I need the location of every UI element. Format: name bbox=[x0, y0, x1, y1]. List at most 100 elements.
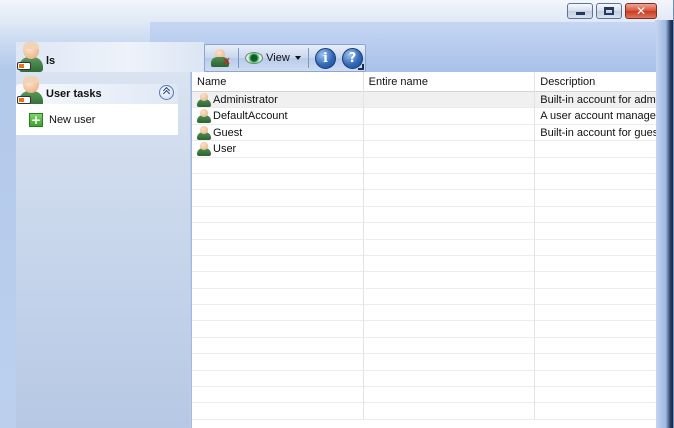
empty-cell bbox=[192, 190, 364, 207]
user-name: Guest bbox=[213, 126, 243, 139]
empty-cell bbox=[535, 174, 656, 190]
user-entire-name bbox=[364, 108, 536, 125]
toolbar-overflow-icon[interactable] bbox=[358, 64, 364, 70]
empty-cell bbox=[364, 370, 536, 387]
empty-row bbox=[192, 387, 656, 404]
empty-cell bbox=[535, 240, 656, 256]
empty-cell bbox=[535, 158, 656, 174]
empty-cell bbox=[192, 387, 364, 404]
column-header-description[interactable]: Description bbox=[535, 72, 656, 92]
empty-cell bbox=[364, 223, 536, 240]
empty-cell bbox=[192, 255, 364, 272]
table-row[interactable]: DefaultAccount A user account managed bbox=[192, 108, 656, 125]
view-menu-button[interactable]: View bbox=[243, 47, 303, 69]
empty-cell bbox=[192, 354, 364, 371]
empty-cell bbox=[192, 239, 364, 256]
empty-cell bbox=[192, 403, 364, 420]
delete-user-icon: ✕ bbox=[211, 49, 231, 68]
empty-row bbox=[192, 239, 656, 256]
empty-cell bbox=[192, 305, 364, 322]
empty-row bbox=[192, 321, 656, 338]
empty-row bbox=[192, 157, 656, 174]
caption-buttons: ✕ bbox=[567, 3, 657, 19]
user-name: DefaultAccount bbox=[213, 110, 288, 123]
users-list: Name Entire name Description Administrat… bbox=[191, 72, 656, 428]
user-name: User bbox=[213, 143, 237, 156]
minimize-icon bbox=[575, 11, 585, 15]
empty-cell bbox=[192, 337, 364, 354]
empty-row bbox=[192, 272, 656, 289]
user-description: Built-in account for gues bbox=[540, 126, 656, 139]
empty-row bbox=[192, 354, 656, 371]
page-title: ls bbox=[46, 55, 56, 67]
empty-cell bbox=[364, 337, 536, 354]
list-header: Name Entire name Description bbox=[192, 72, 656, 92]
empty-cell bbox=[535, 321, 656, 337]
empty-cell bbox=[535, 289, 656, 305]
table-row[interactable]: User bbox=[192, 141, 656, 158]
empty-cell bbox=[535, 338, 656, 354]
empty-cell bbox=[364, 239, 536, 256]
table-row[interactable]: Administrator Built-in account for admi bbox=[192, 92, 656, 109]
new-user-task[interactable]: + New user bbox=[29, 113, 95, 127]
maximize-button[interactable] bbox=[596, 3, 622, 19]
column-header-entire-name[interactable]: Entire name bbox=[364, 72, 536, 92]
add-icon: + bbox=[29, 113, 43, 127]
empty-cell bbox=[364, 190, 536, 207]
window-right-frame bbox=[655, 20, 673, 428]
empty-cell bbox=[364, 354, 536, 371]
empty-row bbox=[192, 370, 656, 388]
empty-cell bbox=[192, 321, 364, 338]
user-icon bbox=[197, 142, 211, 157]
empty-cell bbox=[535, 272, 656, 288]
user-entire-name bbox=[364, 124, 536, 141]
empty-cell bbox=[192, 157, 364, 174]
empty-cell bbox=[364, 272, 536, 289]
collapse-tasks-button[interactable] bbox=[159, 85, 174, 100]
empty-cell bbox=[364, 305, 536, 322]
empty-cell bbox=[535, 223, 656, 239]
user-tasks-title: User tasks bbox=[46, 88, 102, 100]
user-description bbox=[535, 141, 656, 157]
user-icon bbox=[197, 125, 211, 140]
empty-cell bbox=[364, 403, 536, 420]
empty-cell bbox=[364, 387, 536, 404]
table-row[interactable]: Guest Built-in account for gues bbox=[192, 124, 656, 142]
empty-cell bbox=[535, 305, 656, 321]
maximize-icon bbox=[604, 7, 614, 15]
users-app-icon bbox=[17, 42, 45, 72]
empty-cell bbox=[192, 272, 364, 289]
empty-cell bbox=[364, 255, 536, 272]
delete-user-button[interactable]: ✕ bbox=[209, 47, 233, 69]
empty-cell bbox=[535, 371, 656, 387]
minimize-button[interactable] bbox=[567, 3, 593, 19]
empty-row bbox=[192, 288, 656, 306]
empty-rows bbox=[192, 157, 656, 420]
empty-cell bbox=[535, 256, 656, 272]
close-button[interactable]: ✕ bbox=[625, 3, 657, 19]
eye-icon bbox=[245, 52, 264, 64]
empty-cell bbox=[192, 206, 364, 223]
empty-row bbox=[192, 206, 656, 224]
empty-cell bbox=[192, 223, 364, 240]
empty-row bbox=[192, 403, 656, 420]
empty-cell bbox=[364, 288, 536, 305]
chevron-down-icon bbox=[294, 56, 301, 60]
view-label: View bbox=[266, 52, 290, 64]
empty-row bbox=[192, 223, 656, 240]
empty-cell bbox=[535, 207, 656, 223]
info-button[interactable]: i bbox=[313, 47, 338, 69]
empty-cell bbox=[364, 206, 536, 223]
user-icon bbox=[197, 109, 211, 124]
empty-cell bbox=[192, 173, 364, 190]
empty-row bbox=[192, 173, 656, 191]
user-icon bbox=[197, 93, 211, 108]
user-entire-name bbox=[364, 92, 536, 108]
empty-row bbox=[192, 190, 656, 207]
user-tasks-icon bbox=[17, 76, 45, 106]
empty-row bbox=[192, 305, 656, 322]
column-header-name[interactable]: Name bbox=[192, 72, 364, 92]
user-name: Administrator bbox=[213, 94, 278, 106]
empty-cell bbox=[364, 321, 536, 338]
close-icon: ✕ bbox=[635, 4, 647, 18]
